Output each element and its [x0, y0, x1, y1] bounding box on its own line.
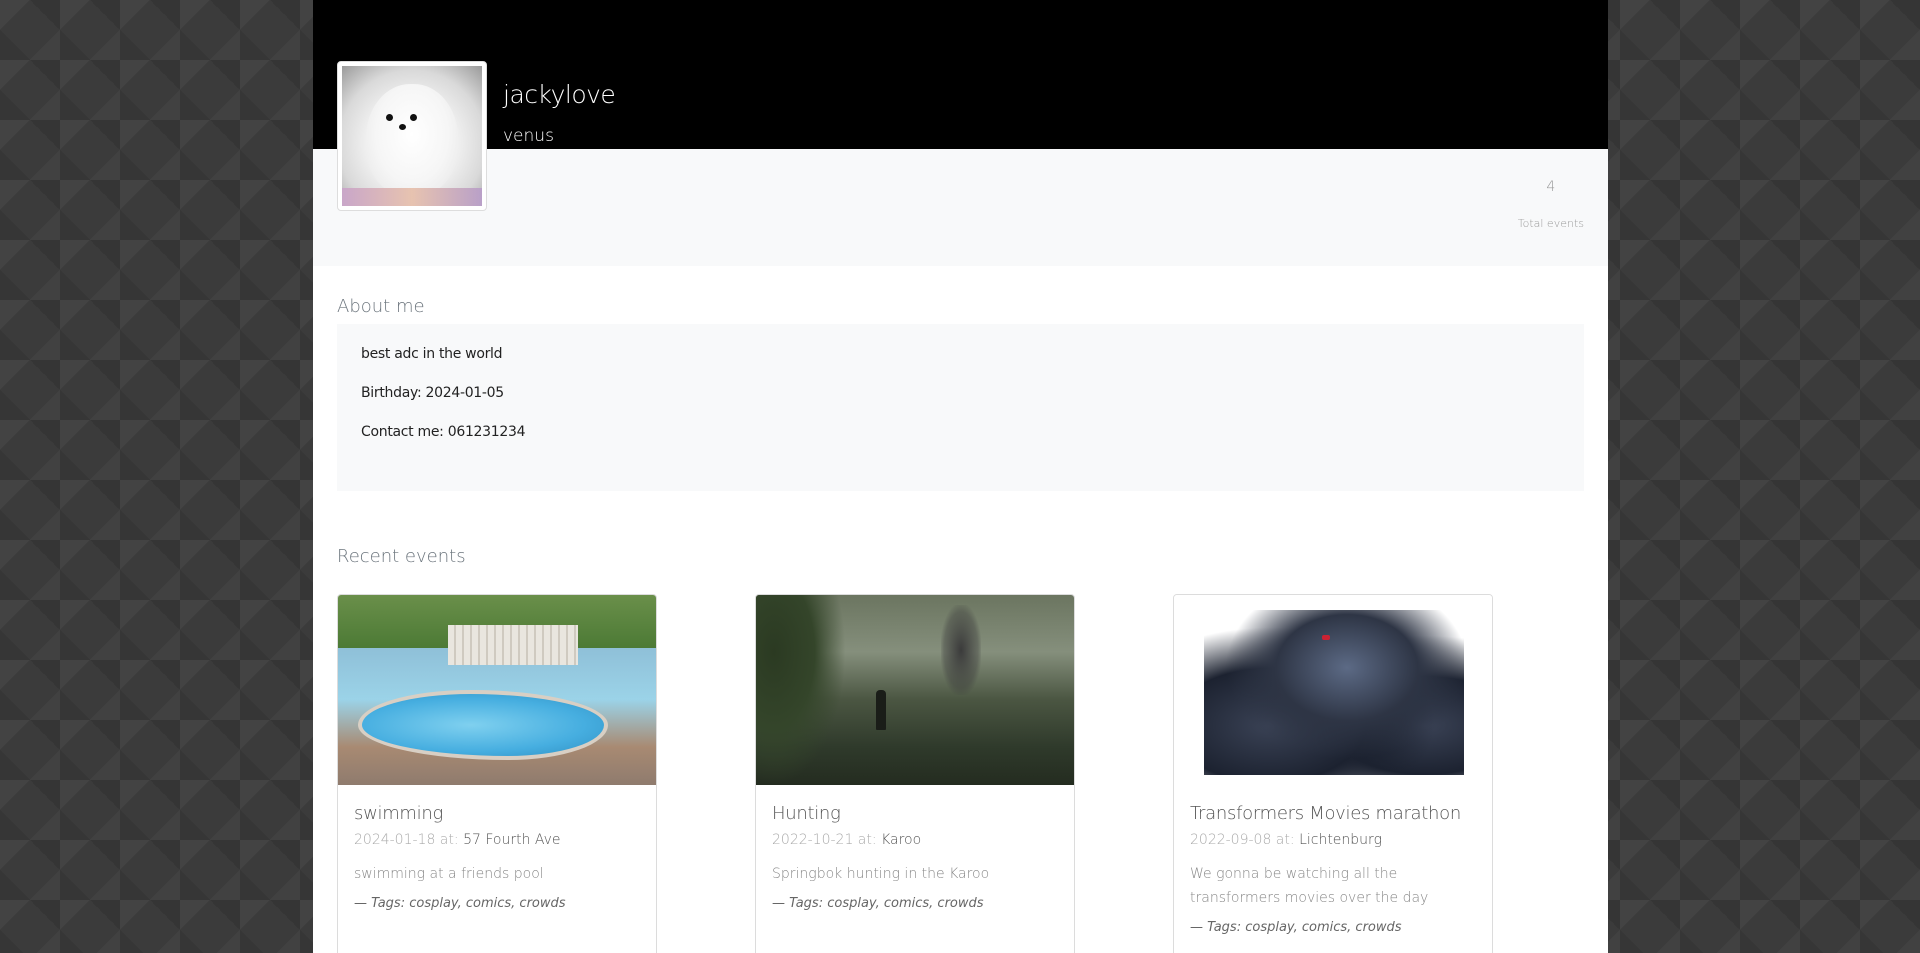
event-title[interactable]: Transformers Movies marathon	[1190, 803, 1476, 824]
event-place[interactable]: Karoo	[881, 832, 921, 848]
event-tags: — Tags: cosplay, comics, crowds	[1190, 920, 1402, 935]
event-tags: — Tags: cosplay, comics, crowds	[354, 896, 566, 911]
total-events-label: Total events	[1517, 217, 1584, 230]
profile-cover: jackylove venus	[313, 0, 1608, 149]
recent-events-heading: Recent events	[337, 546, 466, 567]
event-place[interactable]: 57 Fourth Ave	[463, 832, 560, 848]
about-contact: Contact me: 061231234	[361, 424, 526, 440]
event-place[interactable]: Lichtenburg	[1299, 832, 1382, 848]
dog-body	[366, 84, 458, 196]
avatar[interactable]	[337, 61, 487, 211]
profile-location: venus	[503, 126, 554, 146]
pool-fence	[448, 625, 578, 665]
event-card-body: Hunting 2022-10-21 at: Karoo Springbok h…	[756, 785, 1074, 929]
about-box: best adc in the world Birthday: 2024-01-…	[337, 324, 1584, 491]
about-birthday: Birthday: 2024-01-05	[361, 385, 504, 401]
about-bio: best adc in the world	[361, 346, 503, 362]
profile-page: jackylove venus 4 Total events About me …	[313, 0, 1608, 953]
event-description: Springbok hunting in the Karoo	[772, 866, 990, 882]
event-description: swimming at a friends pool	[354, 866, 544, 882]
event-card[interactable]: Hunting 2022-10-21 at: Karoo Springbok h…	[755, 594, 1075, 953]
event-tags: — Tags: cosplay, comics, crowds	[772, 896, 984, 911]
event-title[interactable]: Hunting	[772, 803, 1058, 824]
profile-stats-bar: 4 Total events	[313, 149, 1608, 266]
event-title[interactable]: swimming	[354, 803, 640, 824]
total-events-count: 4	[1546, 179, 1556, 195]
avatar-image	[342, 66, 482, 206]
event-date: 2022-09-08 at:	[1190, 832, 1295, 848]
event-card[interactable]: swimming 2024-01-18 at: 57 Fourth Ave sw…	[337, 594, 657, 953]
robot-eye	[1322, 635, 1330, 640]
event-card-body: swimming 2024-01-18 at: 57 Fourth Ave sw…	[338, 785, 656, 929]
dog-eye-right	[410, 114, 417, 121]
pool-water	[358, 690, 608, 760]
event-description: We gonna be watching all the transformer…	[1190, 866, 1429, 906]
profile-username: jackylove	[503, 80, 616, 109]
dog-floor	[342, 188, 482, 206]
event-date: 2024-01-18 at:	[354, 832, 459, 848]
robot-figure	[1204, 610, 1464, 775]
hunt-trees	[756, 595, 846, 785]
hunt-smoke	[941, 605, 981, 695]
event-date: 2022-10-21 at:	[772, 832, 877, 848]
event-image-hunting[interactable]	[756, 595, 1074, 785]
dog-nose	[399, 124, 406, 130]
hunt-figure	[876, 690, 886, 730]
event-image-pool[interactable]	[338, 595, 656, 785]
dog-eye-left	[386, 114, 393, 121]
event-meta: 2022-10-21 at: Karoo	[772, 832, 1058, 848]
about-heading: About me	[337, 296, 425, 317]
total-events-stat: 4 Total events	[1518, 179, 1584, 230]
event-image-transformers[interactable]	[1174, 595, 1492, 785]
event-meta: 2024-01-18 at: 57 Fourth Ave	[354, 832, 640, 848]
event-meta: 2022-09-08 at: Lichtenburg	[1190, 832, 1476, 848]
event-card[interactable]: Transformers Movies marathon 2022-09-08 …	[1173, 594, 1493, 953]
event-card-body: Transformers Movies marathon 2022-09-08 …	[1174, 785, 1492, 953]
